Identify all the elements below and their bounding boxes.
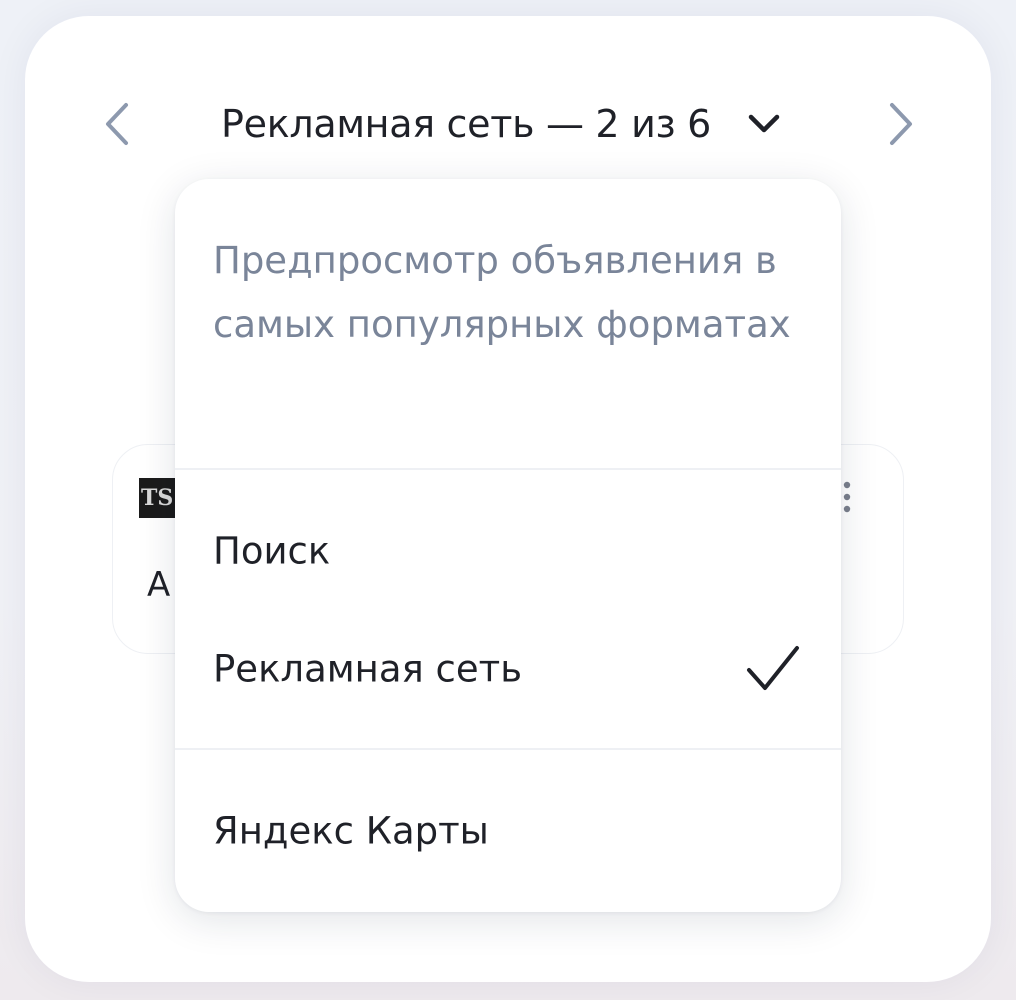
next-button[interactable] [879, 96, 923, 152]
chevron-down-icon [747, 113, 781, 135]
format-dropdown: Предпросмотр объявления в самых популярн… [175, 179, 841, 912]
ad-preview-text: А [147, 565, 171, 605]
option-label: Поиск [213, 529, 331, 573]
option-yandex-maps[interactable]: Яндекс Карты [175, 786, 841, 876]
site-favicon: TS [139, 478, 179, 518]
format-selector-label: Рекламная сеть — 2 из 6 [221, 102, 712, 146]
dropdown-description: Предпросмотр объявления в самых популярн… [213, 239, 791, 346]
option-search[interactable]: Поиск [175, 506, 841, 596]
preview-panel: Рекламная сеть — 2 из 6 TS А Предпросмот… [25, 16, 991, 982]
prev-button[interactable] [95, 96, 139, 152]
dropdown-divider [175, 748, 841, 750]
chevron-left-icon [106, 103, 128, 145]
option-label: Яндекс Карты [213, 809, 489, 853]
dropdown-divider [175, 468, 841, 470]
format-selector[interactable]: Рекламная сеть — 2 из 6 [221, 94, 781, 154]
option-ad-network[interactable]: Рекламная сеть [175, 624, 841, 714]
chevron-right-icon [890, 103, 912, 145]
check-icon [747, 646, 799, 690]
option-label: Рекламная сеть [213, 647, 523, 691]
